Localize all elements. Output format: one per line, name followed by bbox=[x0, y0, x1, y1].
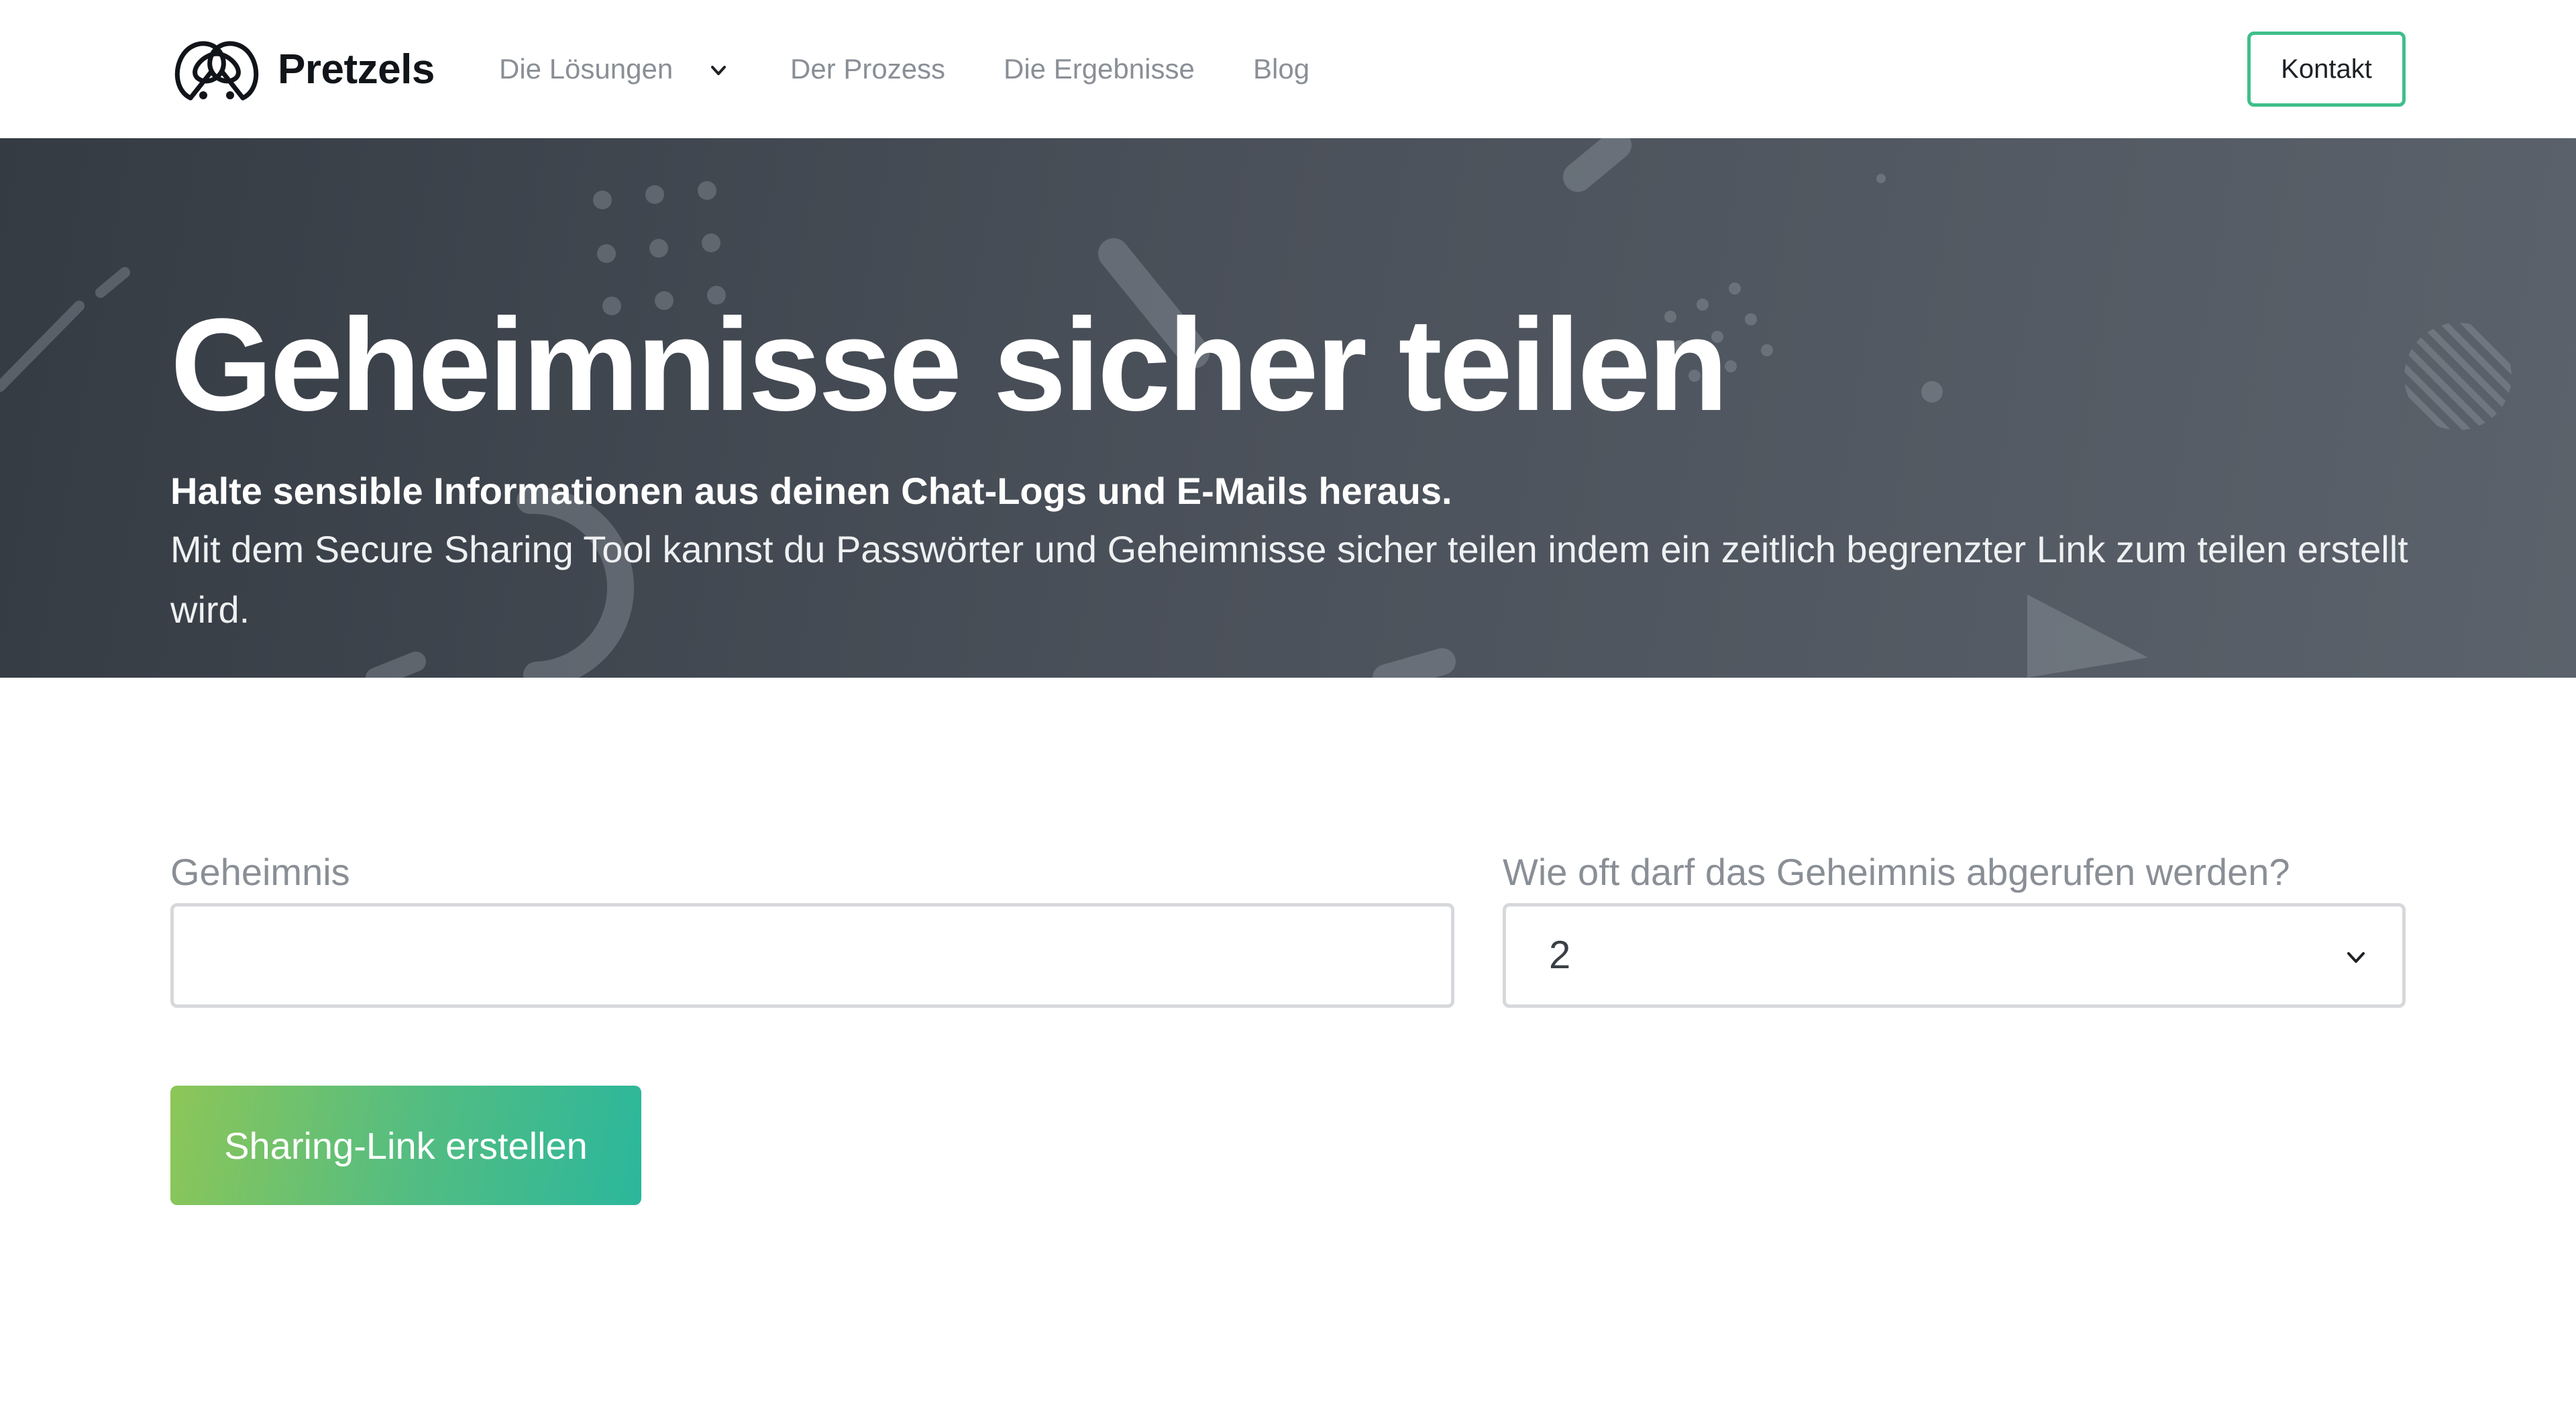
nav-item-blog[interactable]: Blog bbox=[1253, 48, 1309, 90]
secret-input[interactable] bbox=[170, 903, 1454, 1008]
nav-item-prozess[interactable]: Der Prozess bbox=[790, 48, 945, 90]
chevron-down-icon bbox=[2347, 952, 2365, 963]
hero-title: Geheimnisse sicher teilen bbox=[170, 291, 1728, 438]
views-label: Wie oft darf das Geheimnis abgerufen wer… bbox=[1503, 851, 2290, 893]
secret-label: Geheimnis bbox=[170, 851, 350, 893]
hero-section: Geheimnisse sicher teilen Halte sensible… bbox=[0, 138, 2576, 678]
views-select[interactable]: 2 bbox=[1503, 903, 2406, 1008]
hero-description: Mit dem Secure Sharing Tool kannst du Pa… bbox=[170, 528, 2408, 631]
views-select-value: 2 bbox=[1549, 933, 1571, 977]
nav-item-loesungen[interactable]: Die Lösungen bbox=[499, 48, 673, 90]
hero-subtitle: Halte sensible Informationen aus deinen … bbox=[170, 470, 1452, 512]
chevron-down-icon[interactable] bbox=[708, 60, 729, 81]
create-sharing-link-button[interactable]: Sharing-Link erstellen bbox=[170, 1086, 641, 1205]
nav-item-ergebnisse[interactable]: Die Ergebnisse bbox=[1004, 48, 1195, 90]
brand-logo-link[interactable]: Pretzels bbox=[170, 34, 435, 105]
brand-name: Pretzels bbox=[278, 46, 435, 93]
top-navbar: Pretzels Die Lösungen Der Prozess Die Er… bbox=[0, 0, 2576, 138]
pretzel-icon bbox=[174, 41, 259, 101]
kontakt-button[interactable]: Kontakt bbox=[2247, 32, 2406, 107]
